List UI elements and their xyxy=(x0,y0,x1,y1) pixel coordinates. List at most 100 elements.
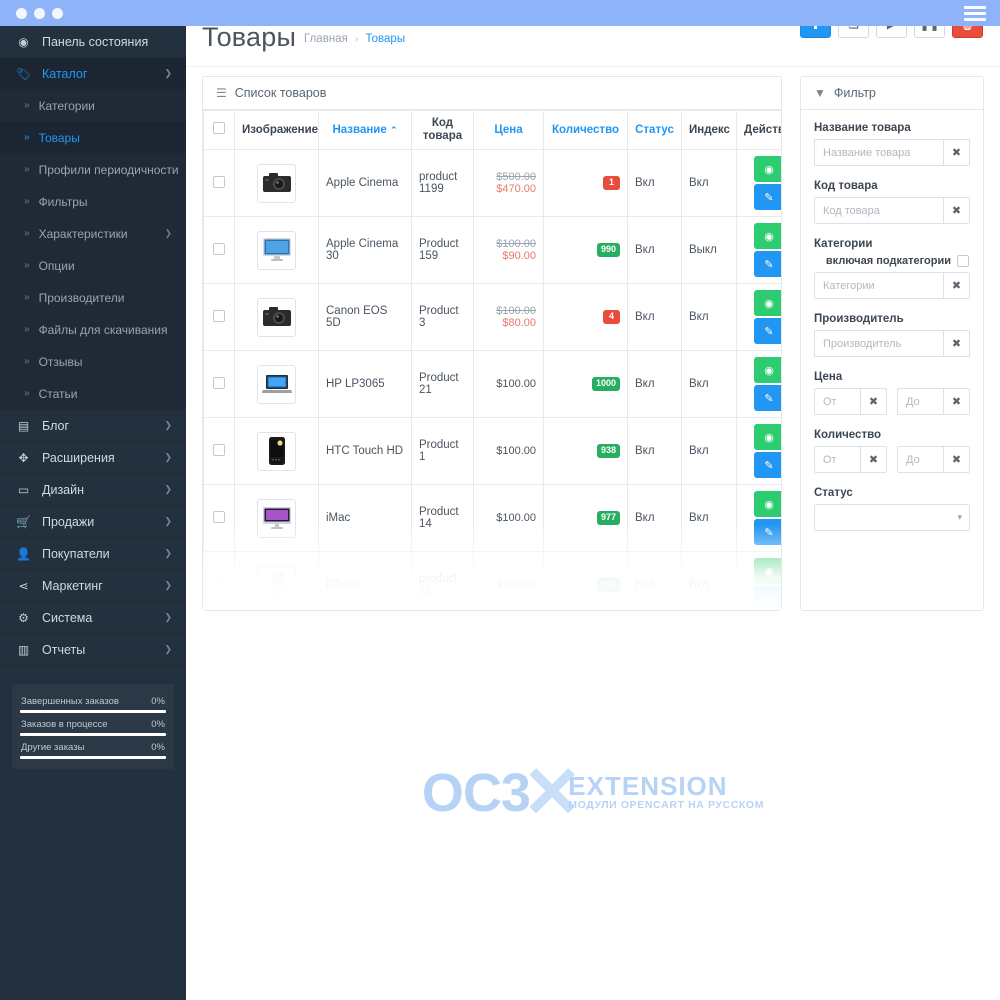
row-select-cell[interactable] xyxy=(203,216,235,285)
sidebar-subitem-4[interactable]: » Профили периодичности xyxy=(0,154,186,186)
row-image-cell xyxy=(234,149,319,218)
view-product-button[interactable]: ◉ xyxy=(754,290,781,317)
sidebar-item-16[interactable]: 👤 Покупатели ❯ xyxy=(0,538,186,570)
clear-x-icon: ✖ xyxy=(951,205,962,217)
sidebar-item-12[interactable]: ▤ Блог ❯ xyxy=(0,410,186,442)
view-product-button[interactable]: ◉ xyxy=(754,491,781,518)
view-product-button[interactable]: ◉ xyxy=(754,424,781,451)
sidebar-item-15[interactable]: 🛒 Продажи ❯ xyxy=(0,506,186,538)
filter-product-code-clear-button[interactable]: ✖ xyxy=(943,197,970,224)
select-all-checkbox[interactable] xyxy=(213,122,225,135)
filter-product-name-input[interactable]: Название товара xyxy=(814,139,943,166)
filter-manufacturer-clear-button[interactable]: ✖ xyxy=(943,330,970,357)
sidebar-item-1[interactable]: 🏷 Каталог ❯ xyxy=(0,58,186,90)
edit-product-button[interactable]: ✎ xyxy=(754,385,781,412)
hamburger-icon[interactable] xyxy=(964,5,986,21)
row-checkbox[interactable] xyxy=(213,577,225,590)
window-controls[interactable] xyxy=(16,7,63,19)
row-name-cell: HP LP3065 xyxy=(318,350,412,419)
row-select-cell[interactable] xyxy=(203,350,235,419)
sidebar-subitem-7[interactable]: » Опции xyxy=(0,250,186,282)
chevron-right-icon: ❯ xyxy=(164,612,172,622)
row-select-cell[interactable] xyxy=(203,283,235,352)
filter-category-clear-button[interactable]: ✖ xyxy=(943,272,970,299)
edit-product-button[interactable]: ✎ xyxy=(754,184,781,211)
sidebar-item-0[interactable]: ◉ Панель состояния xyxy=(0,26,186,58)
filter-quantity-to-clear-button[interactable]: ✖ xyxy=(943,446,970,473)
table-row[interactable]: Apple Cinema product 1199 $500.00 $470.00 1 В… xyxy=(203,149,781,218)
filter-price-to-clear-button[interactable]: ✖ xyxy=(943,388,970,415)
sidebar-subitem-5[interactable]: » Фильтры xyxy=(0,186,186,218)
sidebar-item-19[interactable]: ▥ Отчеты ❯ xyxy=(0,634,186,666)
sidebar-subitem-9[interactable]: » Файлы для скачивания xyxy=(0,314,186,346)
filter-status-group: Статус ▾ xyxy=(814,487,970,531)
filter-category-input[interactable]: Категории xyxy=(814,272,943,299)
row-name-cell: iPhone xyxy=(318,551,412,610)
breadcrumb-current[interactable]: Товары xyxy=(366,33,406,45)
sidebar-item-label: Маркетинг xyxy=(42,578,103,593)
sidebar-subitem-2[interactable]: » Категории xyxy=(0,90,186,122)
sidebar-item-14[interactable]: ▭ Дизайн ❯ xyxy=(0,474,186,506)
filter-status-select[interactable]: ▾ xyxy=(814,504,970,531)
row-select-cell[interactable] xyxy=(203,417,235,486)
sidebar-subitem-8[interactable]: » Производители xyxy=(0,282,186,314)
sidebar-subitem-3[interactable]: » Товары xyxy=(0,122,186,154)
row-checkbox[interactable] xyxy=(213,175,225,188)
row-status-cell: Вкл xyxy=(627,149,682,218)
chevron-right-icon: ❯ xyxy=(164,644,172,654)
view-product-button[interactable]: ◉ xyxy=(754,558,781,585)
sidebar-subitem-6[interactable]: » Характеристики ❯ xyxy=(0,218,186,250)
view-product-button[interactable]: ◉ xyxy=(754,223,781,250)
table-row[interactable]: HTC Touch HD Product 1 $100.00 938 Вкл Вкл ◉ ✎ xyxy=(203,417,781,486)
sidebar-item-13[interactable]: ✥ Расширения ❯ xyxy=(0,442,186,474)
edit-product-button[interactable]: ✎ xyxy=(754,586,781,610)
view-product-button[interactable]: ◉ xyxy=(754,357,781,384)
row-select-cell[interactable] xyxy=(203,551,235,610)
table-row[interactable]: iMac Product 14 $100.00 977 Вкл Вкл ◉ ✎ xyxy=(203,484,781,553)
table-row[interactable]: iPhone product 11 $100.00 968 Вкл Вкл ◉ ✎ xyxy=(203,551,781,610)
edit-product-button[interactable]: ✎ xyxy=(754,452,781,479)
row-checkbox[interactable] xyxy=(213,510,225,523)
sidebar-menu: ◉ Панель состояния 🏷 Каталог ❯ » Категории » Тов… xyxy=(0,26,186,666)
sidebar-item-18[interactable]: ⚙ Система ❯ xyxy=(0,602,186,634)
row-checkbox[interactable] xyxy=(213,242,225,255)
filter-price-to-input[interactable]: До xyxy=(897,388,943,415)
edit-product-button[interactable]: ✎ xyxy=(754,519,781,546)
row-checkbox[interactable] xyxy=(213,376,225,389)
edit-product-button[interactable]: ✎ xyxy=(754,251,781,278)
filter-product-code-input[interactable]: Код товара xyxy=(814,197,943,224)
edit-product-button[interactable]: ✎ xyxy=(754,318,781,345)
filter-price-from-input[interactable]: От xyxy=(814,388,860,415)
filter-quantity-from-clear-button[interactable]: ✖ xyxy=(860,446,887,473)
products-table-wrapper[interactable]: Изображение Название ⌃ Код товара Цена Колич… xyxy=(203,110,781,610)
sidebar-subitem-10[interactable]: » Отзывы xyxy=(0,346,186,378)
column-header-quantity[interactable]: Количество xyxy=(543,110,628,151)
filter-price-from-clear-button[interactable]: ✖ xyxy=(860,388,887,415)
sidebar-item-17[interactable]: ⋖ Маркетинг ❯ xyxy=(0,570,186,602)
sidebar-subitem-11[interactable]: » Статьи xyxy=(0,378,186,410)
filter-product-name-clear-button[interactable]: ✖ xyxy=(943,139,970,166)
view-product-button[interactable]: ◉ xyxy=(754,156,781,183)
row-select-cell[interactable] xyxy=(203,149,235,218)
table-row[interactable]: HP LP3065 Product 21 $100.00 1000 Вкл Вкл ◉ ✎ xyxy=(203,350,781,419)
page-title: Товары xyxy=(202,22,297,52)
window-close-dot[interactable] xyxy=(16,7,27,19)
table-row[interactable]: Canon EOS 5D Product 3 $100.00 $80.00 4 Вкл Вк… xyxy=(203,283,781,352)
column-header-name[interactable]: Название ⌃ xyxy=(318,110,412,151)
breadcrumb-home[interactable]: Главная xyxy=(304,33,348,45)
row-select-cell[interactable] xyxy=(203,484,235,553)
column-header-status[interactable]: Статус xyxy=(627,110,682,151)
table-row[interactable]: Apple Cinema 30 Product 159 $100.00 $90.00 9… xyxy=(203,216,781,285)
filter-quantity-to-input[interactable]: До xyxy=(897,446,943,473)
window-maximize-dot[interactable] xyxy=(52,7,63,19)
column-header-label: Изображение xyxy=(242,123,319,136)
column-header-select-all[interactable] xyxy=(203,110,235,151)
include-subcategories-checkbox[interactable] xyxy=(957,255,969,267)
sidebar-subitem-label: Опции xyxy=(38,258,75,273)
row-checkbox[interactable] xyxy=(213,443,225,456)
row-checkbox[interactable] xyxy=(213,309,225,322)
filter-quantity-from-input[interactable]: От xyxy=(814,446,860,473)
column-header-price[interactable]: Цена xyxy=(473,110,544,151)
window-minimize-dot[interactable] xyxy=(34,7,45,19)
filter-manufacturer-input[interactable]: Производитель xyxy=(814,330,943,357)
